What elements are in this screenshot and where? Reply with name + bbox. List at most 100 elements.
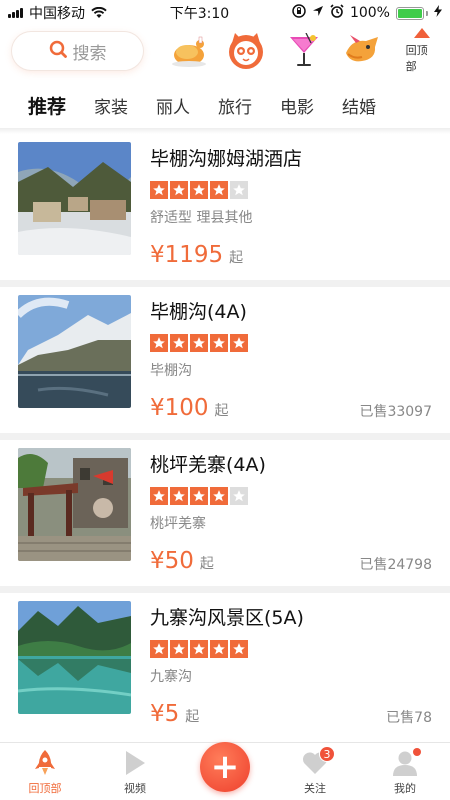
listing-title: 桃坪羌寨(4A): [150, 454, 266, 476]
price: ¥100: [150, 395, 209, 421]
listing-desc: 舒适型 理县其他: [150, 210, 253, 226]
cat-mascot-icon[interactable]: [226, 31, 266, 71]
star-icon: [170, 487, 188, 505]
battery-icon: [395, 6, 428, 20]
nav-mine[interactable]: 我的: [375, 748, 435, 796]
back-to-top-button[interactable]: 回顶部: [406, 28, 438, 74]
star-icon: [150, 334, 168, 352]
arrow-up-icon: [413, 28, 430, 38]
status-bar: 中国移动 下午3:10 100%: [0, 0, 450, 26]
search-placeholder: 搜索: [72, 43, 107, 64]
battery-percent: 100%: [349, 5, 390, 21]
roast-chicken-icon[interactable]: [169, 31, 208, 71]
nav-follow-label: 关注: [304, 782, 326, 795]
price-unit: 起: [199, 556, 214, 572]
star-rating: [150, 181, 432, 199]
star-icon: [230, 640, 248, 658]
list-item[interactable]: 毕棚沟(4A) 毕棚沟 ¥100 起 已售33097: [0, 287, 450, 433]
star-icon: [190, 334, 208, 352]
star-icon: [190, 640, 208, 658]
star-icon: [190, 487, 208, 505]
price-unit: 起: [185, 709, 200, 725]
star-icon: [210, 640, 228, 658]
bottom-nav: 回顶部 视频 + 3 关注 我的: [0, 742, 450, 800]
listing-desc: 桃坪羌寨: [150, 516, 206, 532]
star-empty-icon: [230, 487, 248, 505]
star-icon: [170, 640, 188, 658]
price-row: ¥50 起: [150, 548, 214, 574]
location-icon: [312, 5, 324, 21]
charging-icon: [433, 5, 442, 21]
price-row: ¥5 起: [150, 701, 199, 727]
listing-info: 毕棚沟(4A) 毕棚沟 ¥100 起 已售33097: [150, 295, 432, 433]
star-rating: [150, 334, 432, 352]
sold-count: 已售33097: [359, 404, 432, 420]
star-rating: [150, 640, 432, 658]
tab-travel[interactable]: 旅行: [218, 93, 252, 118]
star-icon: [170, 334, 188, 352]
rocket-icon: [34, 748, 56, 778]
star-icon: [150, 181, 168, 199]
tab-wedding[interactable]: 结婚: [342, 93, 376, 118]
star-icon: [210, 181, 228, 199]
nav-home-label: 回顶部: [28, 782, 62, 795]
header-icons: 回顶部: [169, 28, 438, 74]
list-item[interactable]: 桃坪羌寨(4A) 桃坪羌寨 ¥50 起 已售24798: [0, 440, 450, 586]
price: ¥5: [150, 701, 180, 727]
back-to-top-label: 回顶部: [405, 44, 428, 73]
listing-info: 毕棚沟娜姆湖酒店 舒适型 理县其他 ¥1195 起: [150, 142, 432, 280]
nav-video-label: 视频: [124, 782, 146, 795]
dog-mascot-icon[interactable]: [342, 31, 382, 71]
star-icon: [170, 181, 188, 199]
list-item[interactable]: 毕棚沟娜姆湖酒店 舒适型 理县其他 ¥1195 起: [0, 134, 450, 280]
sold-count: 已售24798: [359, 557, 432, 573]
sold-count: 已售78: [386, 710, 432, 726]
star-icon: [150, 640, 168, 658]
listing-photo-bipenggou: [18, 295, 131, 408]
tab-movie[interactable]: 电影: [280, 93, 314, 118]
carrier-label: 中国移动: [29, 6, 85, 22]
price-row: ¥1195 起: [150, 242, 243, 268]
follow-badge: 3: [319, 746, 335, 762]
status-right: 100%: [292, 4, 442, 22]
star-icon: [190, 181, 208, 199]
star-icon: [210, 487, 228, 505]
listing-title: 毕棚沟(4A): [150, 301, 247, 323]
divider: [0, 280, 450, 287]
nav-video[interactable]: 视频: [105, 748, 165, 796]
search-box[interactable]: 搜索: [12, 32, 144, 70]
tab-home-decor[interactable]: 家装: [94, 93, 128, 118]
nav-mine-label: 我的: [394, 782, 416, 795]
divider: [0, 586, 450, 593]
listing-list: 毕棚沟娜姆湖酒店 舒适型 理县其他 ¥1195 起 毕棚沟(4A) 毕棚沟 ¥1…: [0, 134, 450, 739]
search-icon: [49, 40, 67, 63]
listing-info: 九寨沟风景区(5A) 九寨沟 ¥5 起 已售78: [150, 601, 432, 739]
category-tabs: 推荐 家装 丽人 旅行 电影 结婚: [0, 84, 450, 126]
listing-title: 九寨沟风景区(5A): [150, 607, 304, 629]
star-empty-icon: [230, 181, 248, 199]
nav-follow[interactable]: 3 关注: [285, 746, 345, 796]
list-item[interactable]: 九寨沟风景区(5A) 九寨沟 ¥5 起 已售78: [0, 593, 450, 739]
status-left: 中国移动: [8, 3, 107, 23]
listing-title: 毕棚沟娜姆湖酒店: [150, 148, 303, 170]
star-rating: [150, 487, 432, 505]
price-row: ¥100 起: [150, 395, 229, 421]
price: ¥50: [150, 548, 194, 574]
price: ¥1195: [150, 242, 224, 268]
tab-recommend[interactable]: 推荐: [25, 92, 69, 121]
clock-time: 下午3:10: [169, 6, 230, 22]
star-icon: [230, 334, 248, 352]
listing-desc: 九寨沟: [150, 669, 192, 685]
rotation-lock-icon: [292, 4, 306, 22]
listing-photo-jiuzhaigou: [18, 601, 131, 714]
add-button[interactable]: +: [200, 742, 250, 792]
nav-home[interactable]: 回顶部: [15, 748, 75, 796]
nav-add[interactable]: +: [195, 742, 255, 796]
listing-photo-taoping: [18, 448, 131, 561]
header: 搜索 回顶部: [0, 26, 450, 76]
signal-icon: [8, 8, 23, 18]
star-icon: [150, 487, 168, 505]
wifi-icon: [91, 7, 107, 19]
cocktail-icon[interactable]: [284, 31, 323, 71]
tab-beauty[interactable]: 丽人: [156, 93, 190, 118]
